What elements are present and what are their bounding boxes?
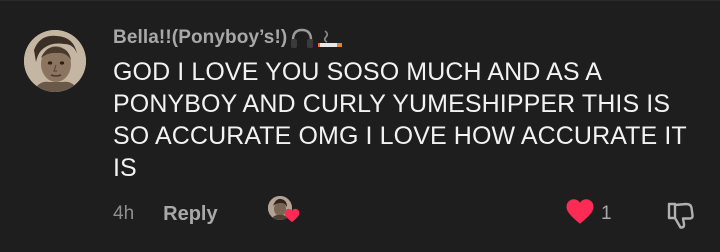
username-row: Bella!!(Ponyboy’s!) bbox=[113, 24, 345, 52]
dislike-button[interactable] bbox=[664, 199, 696, 231]
headphones-icon bbox=[289, 27, 315, 49]
comment-meta: 4h Reply bbox=[113, 198, 218, 230]
like-count: 1 bbox=[601, 203, 612, 224]
liked-by-creator-badge bbox=[268, 196, 302, 228]
comment-item: Bella!!(Ponyboy’s!) GOD I LOVE YOU SOSO … bbox=[0, 0, 720, 252]
thumbs-down-icon[interactable] bbox=[664, 202, 696, 235]
comment-text: GOD I LOVE YOU SOSO MUCH AND AS A PONYBO… bbox=[113, 58, 687, 182]
avatar[interactable] bbox=[24, 30, 86, 92]
timestamp: 4h bbox=[113, 203, 135, 224]
username[interactable]: Bella!!(Ponyboy’s!) bbox=[113, 27, 287, 49]
heart-icon bbox=[284, 208, 300, 228]
cigarette-icon bbox=[317, 27, 345, 49]
like-button[interactable]: 1 bbox=[565, 198, 612, 230]
heart-icon[interactable] bbox=[565, 198, 595, 230]
reply-button[interactable]: Reply bbox=[163, 203, 217, 226]
